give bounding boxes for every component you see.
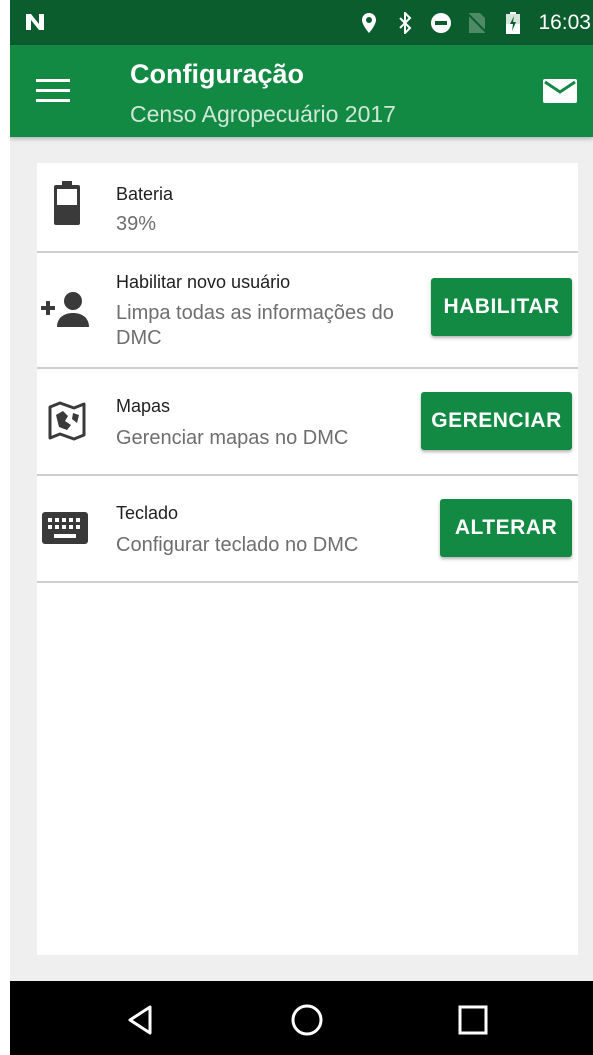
setting-battery: Bateria 39% (37, 163, 578, 253)
status-icons: 16:03 (344, 0, 593, 45)
home-icon[interactable] (290, 1003, 324, 1037)
recents-icon[interactable] (456, 1003, 490, 1037)
status-time: 16:03 (538, 10, 591, 34)
page-title: Configuração (130, 59, 305, 89)
mail-icon[interactable] (543, 79, 577, 103)
battery-title: Bateria (116, 184, 174, 204)
location-icon (358, 12, 380, 34)
maps-title: Mapas (116, 396, 171, 416)
screen: 16:03 Configuração Censo Agropecuário 20… (10, 0, 593, 1055)
no-sim-icon (466, 12, 488, 34)
change-button[interactable]: ALTERAR (440, 499, 572, 557)
back-icon[interactable] (124, 1003, 158, 1037)
new-user-title: Habilitar novo usuário (116, 272, 291, 292)
add-person-icon (37, 289, 93, 329)
new-user-subtitle: Limpa todas as informações do DMC (116, 302, 394, 349)
battery-value: 39% (116, 213, 157, 235)
keyboard-icon (41, 508, 89, 548)
manage-button[interactable]: GERENCIAR (421, 392, 572, 450)
enable-button[interactable]: HABILITAR (431, 278, 572, 336)
maps-subtitle: Gerenciar mapas no DMC (116, 427, 349, 449)
app-bar: Configuração Censo Agropecuário 2017 (10, 45, 593, 137)
notification-n-icon (26, 14, 44, 30)
menu-icon[interactable] (36, 79, 70, 103)
map-icon (47, 401, 87, 441)
settings-list: Bateria 39% Habilitar novo usuário Limpa… (37, 163, 578, 955)
bluetooth-icon (394, 11, 416, 34)
setting-maps: Mapas Gerenciar mapas no DMC GERENCIAR (37, 369, 578, 476)
battery-charging-icon (502, 11, 524, 34)
status-bar: 16:03 (10, 0, 593, 45)
navigation-bar (10, 981, 593, 1055)
setting-new-user: Habilitar novo usuário Limpa todas as in… (37, 253, 578, 369)
setting-keyboard: Teclado Configurar teclado no DMC ALTERA… (37, 476, 578, 583)
keyboard-title: Teclado (116, 503, 179, 523)
keyboard-subtitle: Configurar teclado no DMC (116, 534, 359, 556)
battery-icon (47, 181, 87, 225)
page-subtitle: Censo Agropecuário 2017 (130, 101, 396, 127)
do-not-disturb-icon (430, 12, 452, 34)
